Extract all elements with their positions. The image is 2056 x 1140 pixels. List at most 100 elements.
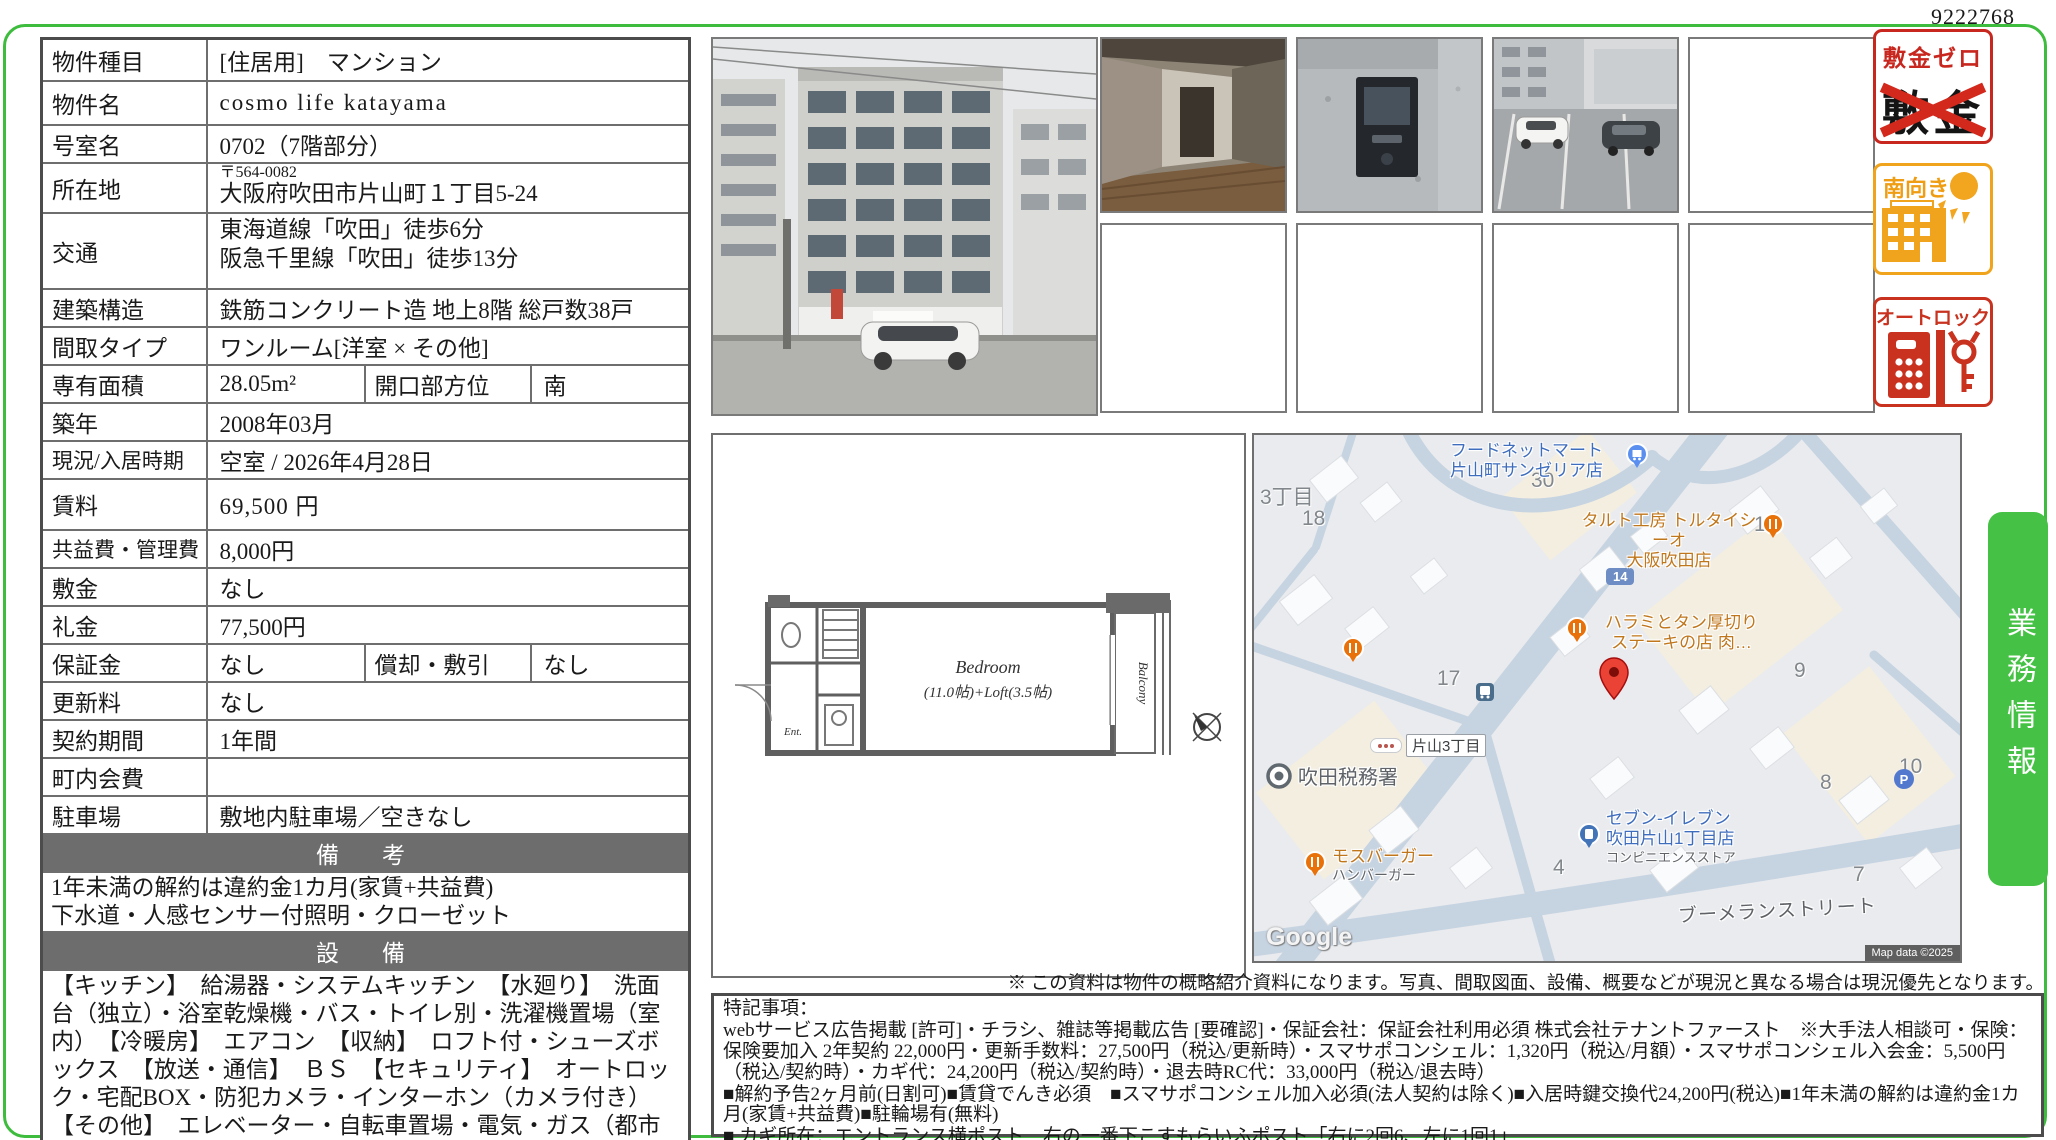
special-notes-line-2: ■解約予告2ヶ月前(日割可)■賃貸でんき必須 ■スマサポコンシェル加入必須(法人… bbox=[723, 1085, 2032, 1127]
google-logo: Google bbox=[1266, 923, 1352, 952]
address-value: 大阪府吹田市片山町１丁目5-24 bbox=[220, 181, 681, 206]
maintenance-fee-value: 8,000円 bbox=[207, 530, 690, 568]
parking-label: 駐車場 bbox=[42, 796, 207, 834]
floor-plan-balcony-label: Balcony bbox=[1136, 662, 1151, 705]
auto-lock-badge-title: オートロック bbox=[1876, 303, 1990, 330]
shopping-pin-icon bbox=[1626, 443, 1648, 474]
row-property-name: 物件名 cosmo life katayama bbox=[42, 81, 690, 125]
poi-seven-eleven-store: 吹田片山1丁目店 bbox=[1606, 829, 1734, 849]
row-area: 専有面積 28.05m² 開口部方位 南 bbox=[42, 365, 690, 403]
civic-poi-icon bbox=[1266, 763, 1292, 794]
restaurant-pin-icon bbox=[1342, 637, 1364, 668]
no-deposit-badge-title: 敷金ゼロ bbox=[1876, 39, 1990, 73]
row-property-type: 物件種目 [住居用] マンション bbox=[42, 39, 690, 81]
floor-plan-entrance-label: Ent. bbox=[783, 726, 802, 738]
property-name-value: cosmo life katayama bbox=[207, 81, 690, 125]
south-facing-badge: 南向き bbox=[1873, 163, 1993, 275]
room-number-label: 号室名 bbox=[42, 125, 207, 163]
photo-building-exterior bbox=[711, 37, 1098, 416]
built-year-value: 2008年03月 bbox=[207, 403, 690, 441]
entrance-hall-illustration bbox=[1102, 39, 1285, 211]
amortization-label: 償却・敷引 bbox=[365, 644, 531, 682]
contract-term-label: 契約期間 bbox=[42, 720, 207, 758]
parking-lot-illustration bbox=[1494, 39, 1677, 211]
convenience-store-pin-icon bbox=[1578, 823, 1600, 854]
floor-plan: Bedroom (11.0帖)+Loft(3.5帖) Balcony Ent. bbox=[711, 433, 1246, 978]
no-deposit-crossed-wrap: 敷金 bbox=[1876, 75, 1990, 144]
restaurant-pin-icon bbox=[1566, 617, 1588, 648]
building-exterior-illustration bbox=[713, 39, 1096, 414]
area-value: 28.05m² bbox=[207, 365, 365, 403]
row-guarantee: 保証金 なし 償却・敷引 なし bbox=[42, 644, 690, 682]
floor-plan-drawing: Bedroom (11.0帖)+Loft(3.5帖) Balcony Ent. bbox=[713, 435, 1244, 976]
poi-seven-eleven-category: コンビニエンスストア bbox=[1606, 850, 1736, 865]
structure-value: 鉄筋コンクリート造 地上8階 総戸数38戸 bbox=[207, 289, 690, 327]
row-built-year: 築年 2008年03月 bbox=[42, 403, 690, 441]
key-money-value: 77,500円 bbox=[207, 606, 690, 644]
property-flyer-page: 9222768 業務情報 物件種目 [住居用] マンション 物件名 cosmo … bbox=[0, 0, 2056, 1140]
property-spec-table: 物件種目 [住居用] マンション 物件名 cosmo life katayama… bbox=[40, 37, 691, 1140]
row-remarks-body: 1年未満の解約は違約金1カ月(家賃+共益費) 下水道・人感センサー付照明・クロー… bbox=[42, 872, 690, 932]
special-notes-box: 特記事項： webサービス広告掲載 [許可]・チラシ、雑誌等掲載広告 [要確認]… bbox=[711, 993, 2044, 1137]
poi-food-market-label: フードネットマート 片山町サンゼリア店 bbox=[1429, 441, 1624, 481]
remarks-cell: 1年未満の解約は違約金1カ月(家賃+共益費) 下水道・人感センサー付照明・クロー… bbox=[42, 872, 690, 932]
photo-slot-empty-2 bbox=[1100, 223, 1287, 413]
bus-route-dots-icon bbox=[1370, 738, 1402, 753]
key-money-label: 礼金 bbox=[42, 606, 207, 644]
photo-slot-empty-1 bbox=[1688, 37, 1875, 213]
access-cell: 東海道線「吹田」徒歩6分 阪急千里線「吹田」徒歩13分 bbox=[207, 213, 690, 289]
photo-slot-empty-3 bbox=[1296, 223, 1483, 413]
access-line-2: 阪急千里線「吹田」徒歩13分 bbox=[220, 244, 681, 274]
bus-stop-icon bbox=[1476, 683, 1494, 706]
room-number-value: 0702（7階部分） bbox=[207, 125, 690, 163]
property-type-value: [住居用] マンション bbox=[207, 39, 690, 81]
south-facing-badge-title: 南向き bbox=[1883, 171, 1949, 203]
auto-lock-intercom-key-icon bbox=[1876, 330, 1984, 404]
row-layout-type: 間取タイプ ワンルーム[洋室 × その他] bbox=[42, 327, 690, 365]
restaurant-pin-icon bbox=[1762, 513, 1784, 544]
poi-tax-office-label: 吹田税務署 bbox=[1298, 767, 1398, 791]
built-year-label: 築年 bbox=[42, 403, 207, 441]
row-address: 所在地 〒564-0082 大阪府吹田市片山町１丁目5-24 bbox=[42, 163, 690, 213]
facing-value: 南 bbox=[531, 365, 690, 403]
address-cell: 〒564-0082 大阪府吹田市片山町１丁目5-24 bbox=[207, 163, 690, 213]
remarks-line-1: 1年未満の解約は違約金1カ月(家賃+共益費) bbox=[51, 874, 680, 902]
row-equipment-body: 【キッチン】 給湯器・システムキッチン 【水廻り】 洗面台（独立）・浴室乾燥機・… bbox=[42, 970, 690, 1140]
row-status: 現況/入居時期 空室 / 2026年4月28日 bbox=[42, 441, 690, 479]
poi-mos-burger-category: ハンバーガー bbox=[1332, 867, 1416, 884]
status-label: 現況/入居時期 bbox=[42, 441, 207, 479]
map-block-number: 4 bbox=[1553, 856, 1565, 880]
photo-intercom-panel bbox=[1296, 37, 1483, 213]
row-key-money: 礼金 77,500円 bbox=[42, 606, 690, 644]
equipment-header: 設 備 bbox=[42, 932, 690, 970]
status-value: 空室 / 2026年4月28日 bbox=[207, 441, 690, 479]
postal-code: 〒564-0082 bbox=[220, 165, 681, 182]
row-room-number: 号室名 0702（7階部分） bbox=[42, 125, 690, 163]
property-type-label: 物件種目 bbox=[42, 39, 207, 81]
gyomu-joho-tab: 業務情報 bbox=[1988, 512, 2048, 886]
photo-slot-empty-5 bbox=[1688, 223, 1875, 413]
map: 3丁目 18 30 12 17 9 10 8 4 7 14 フードネットマート … bbox=[1252, 433, 1962, 963]
map-block-number: 8 bbox=[1820, 771, 1832, 795]
layout-type-label: 間取タイプ bbox=[42, 327, 207, 365]
document-number: 9222768 bbox=[1815, 4, 2015, 30]
association-fee-label: 町内会費 bbox=[42, 758, 207, 796]
map-attribution: Map data ©2025 bbox=[1865, 945, 1961, 961]
rent-value: 69,500 円 bbox=[207, 479, 690, 530]
renewal-fee-label: 更新料 bbox=[42, 682, 207, 720]
map-block-number: 17 bbox=[1437, 667, 1460, 691]
destination-pin-icon bbox=[1599, 657, 1629, 706]
row-access: 交通 東海道線「吹田」徒歩6分 阪急千里線「吹田」徒歩13分 bbox=[42, 213, 690, 289]
row-renewal-fee: 更新料 なし bbox=[42, 682, 690, 720]
floor-plan-room-label: Bedroom bbox=[955, 657, 1020, 677]
gyomu-joho-label: 業務情報 bbox=[1996, 607, 2040, 791]
row-equipment-header: 設 備 bbox=[42, 932, 690, 970]
equipment-text: 【キッチン】 給湯器・システムキッチン 【水廻り】 洗面台（独立）・浴室乾燥機・… bbox=[42, 970, 690, 1140]
row-association-fee: 町内会費 bbox=[42, 758, 690, 796]
restaurant-pin-icon bbox=[1304, 851, 1326, 882]
special-notes-line-3: ■ カギ所在：エントランス横ポスト 右の一番下こすもらいふポスト「右に2回6、左… bbox=[723, 1127, 2032, 1140]
floor-plan-size-label: (11.0帖)+Loft(3.5帖) bbox=[924, 684, 1052, 701]
photo-parking-lot bbox=[1492, 37, 1679, 213]
poi-steak-restaurant-label: ハラミとタン厚切り ステーキの店 肉… bbox=[1594, 613, 1769, 653]
poi-mos-burger-label: モスバーガー bbox=[1332, 847, 1434, 867]
